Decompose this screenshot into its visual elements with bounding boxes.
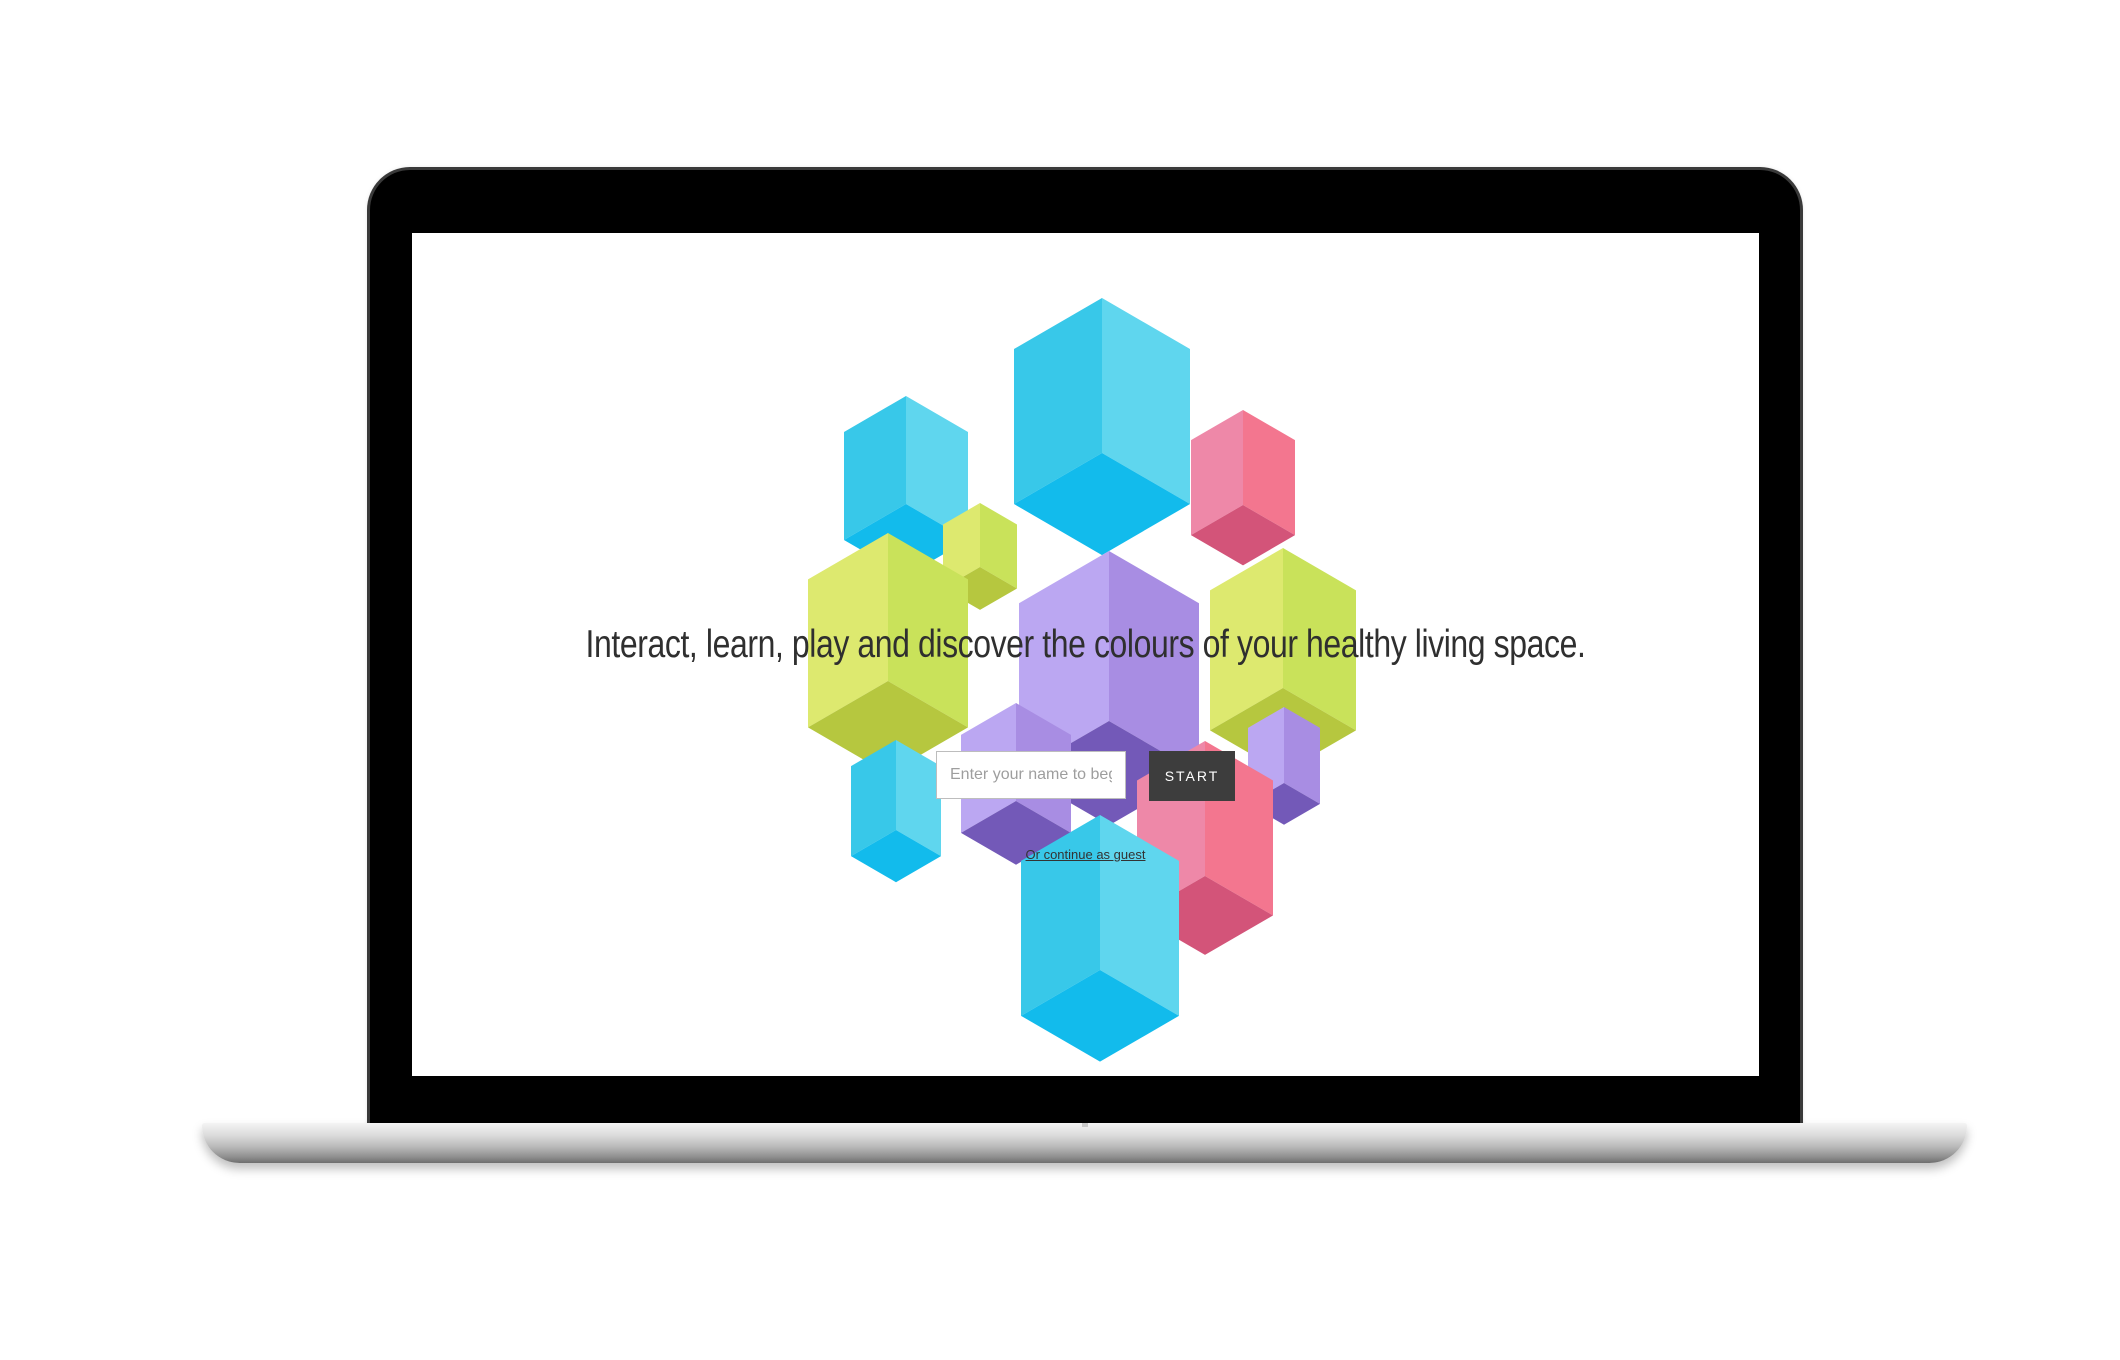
continue-as-guest-link[interactable]: Or continue as guest (412, 847, 1759, 862)
laptop-base (202, 1123, 1967, 1163)
laptop-screen: Interact, learn, play and discover the c… (412, 233, 1759, 1076)
cube-pink-upper-right (1191, 410, 1295, 566)
start-button[interactable]: START (1149, 751, 1235, 801)
laptop-base-notch (1082, 1123, 1088, 1127)
name-input[interactable] (936, 751, 1126, 799)
cube-cyan-top (1014, 298, 1190, 556)
headline: Interact, learn, play and discover the c… (585, 623, 1586, 666)
